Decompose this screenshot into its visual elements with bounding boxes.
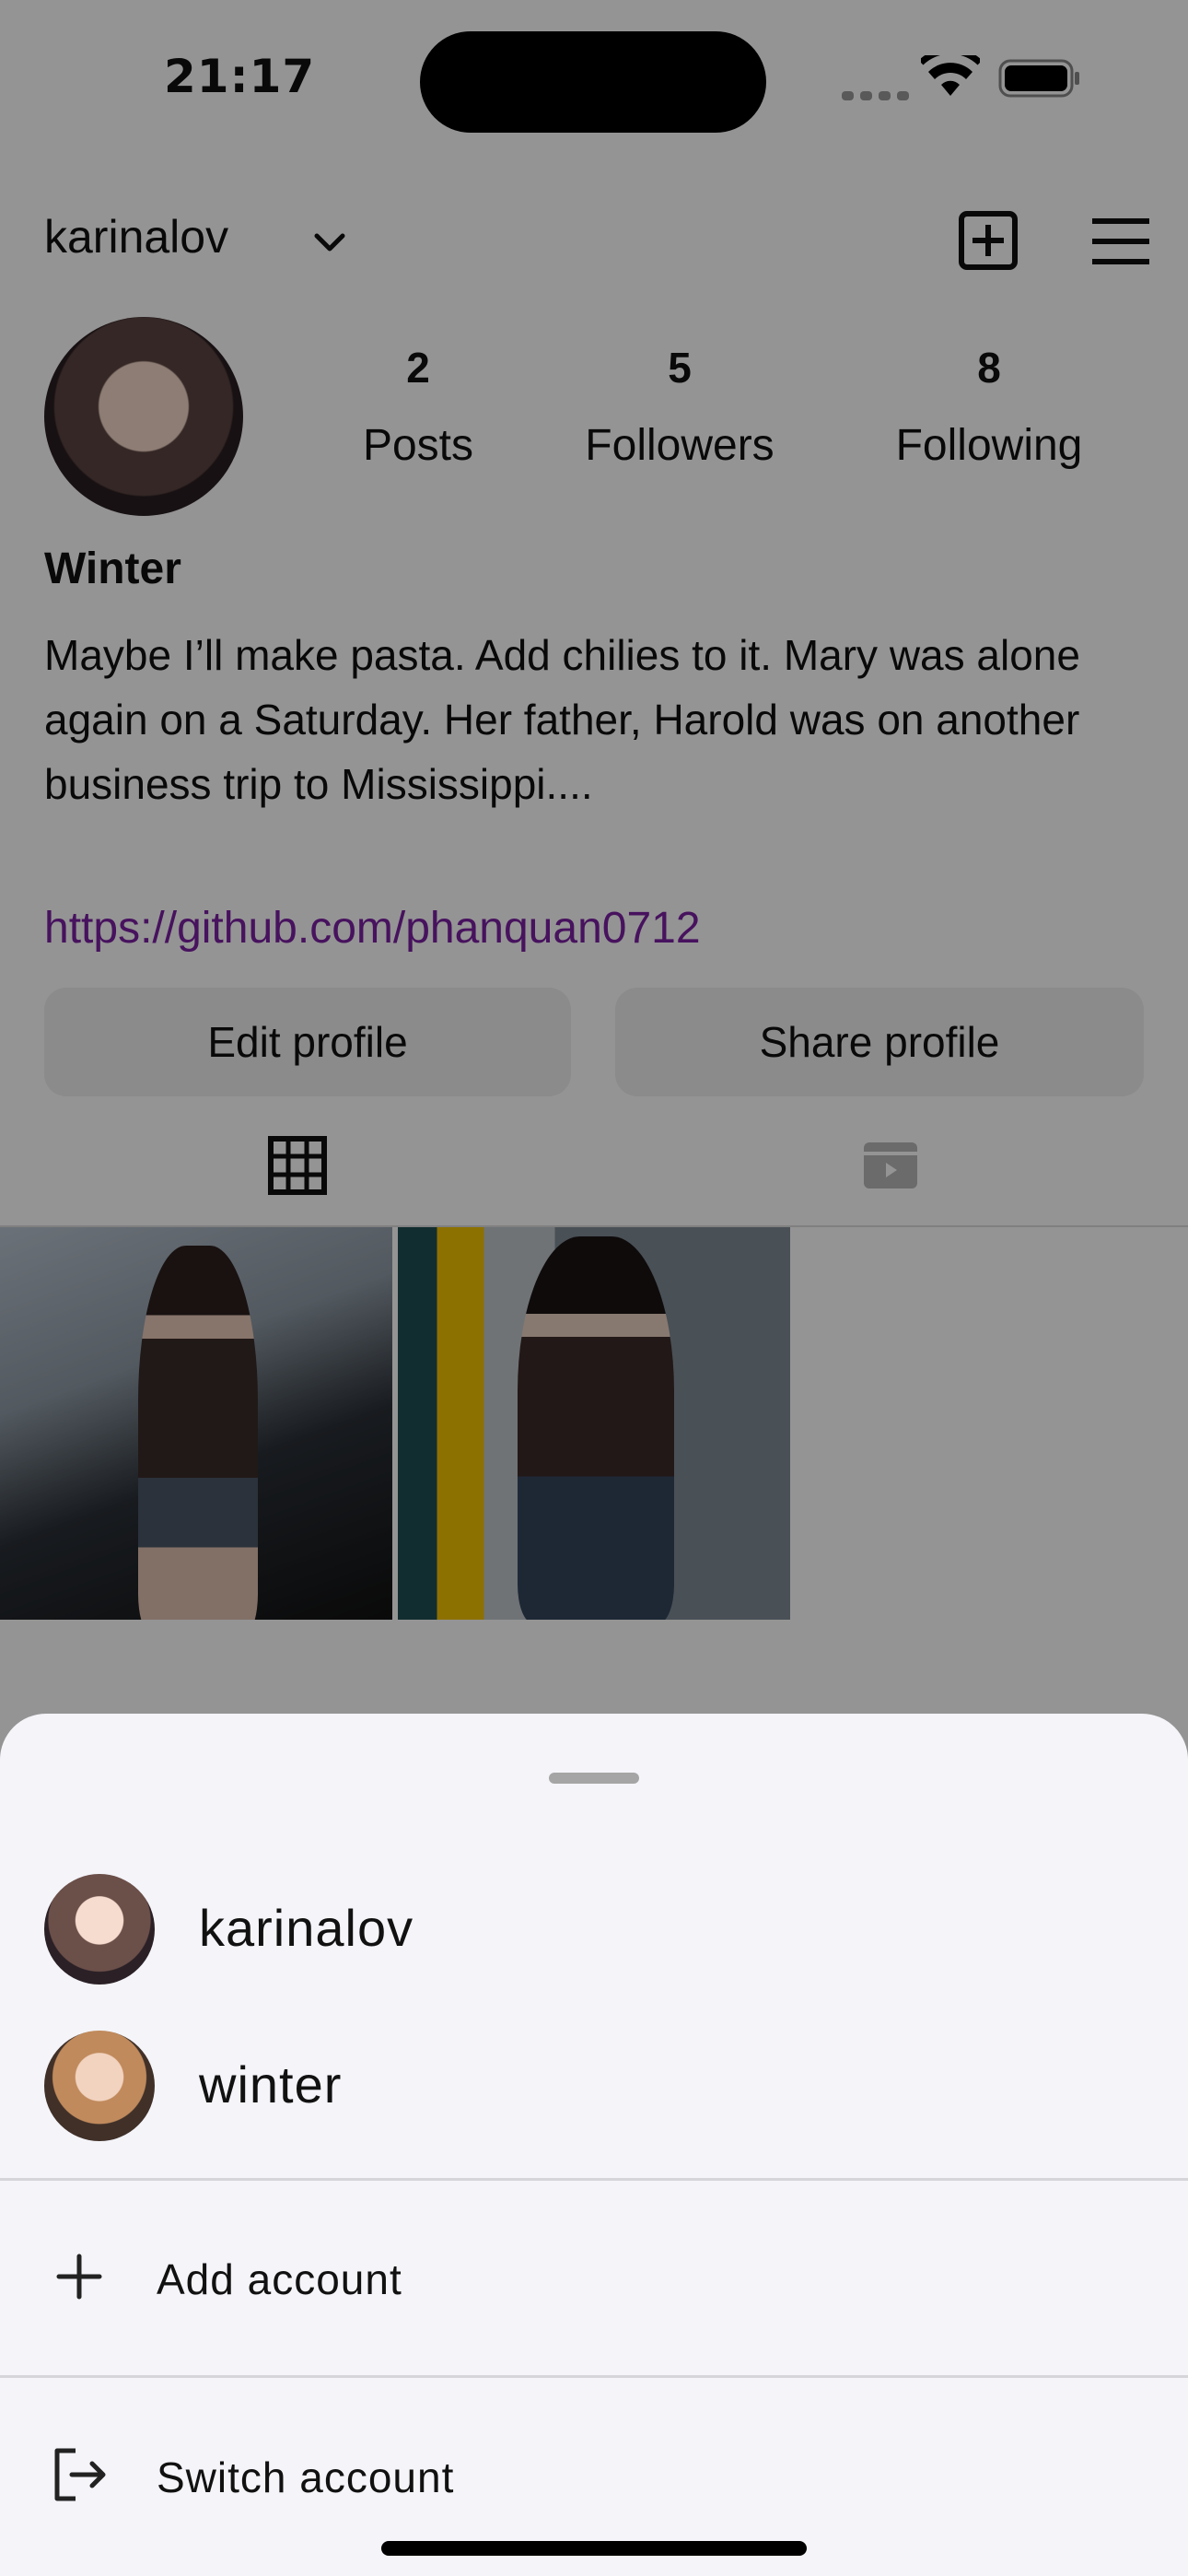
switch-account-label: Switch account (157, 2453, 455, 2501)
account-switcher-sheet: karinalov winter Add account Switch acco… (0, 1714, 1188, 2576)
account-item-karinalov[interactable]: karinalov (0, 1861, 1188, 1999)
home-indicator[interactable] (381, 2541, 807, 2556)
switch-account-button[interactable]: Switch account (0, 2419, 1188, 2530)
account-name: winter (199, 2055, 343, 2113)
logout-icon (54, 2448, 106, 2501)
avatar (44, 1874, 155, 1985)
avatar (44, 2031, 155, 2141)
sheet-drag-handle[interactable] (549, 1773, 639, 1784)
account-item-winter[interactable]: winter (0, 2018, 1188, 2156)
divider (0, 2375, 1188, 2378)
plus-icon (56, 2254, 102, 2300)
divider (0, 2178, 1188, 2181)
account-name: karinalov (199, 1899, 414, 1957)
add-account-label: Add account (157, 2255, 402, 2303)
add-account-button[interactable]: Add account (0, 2221, 1188, 2332)
